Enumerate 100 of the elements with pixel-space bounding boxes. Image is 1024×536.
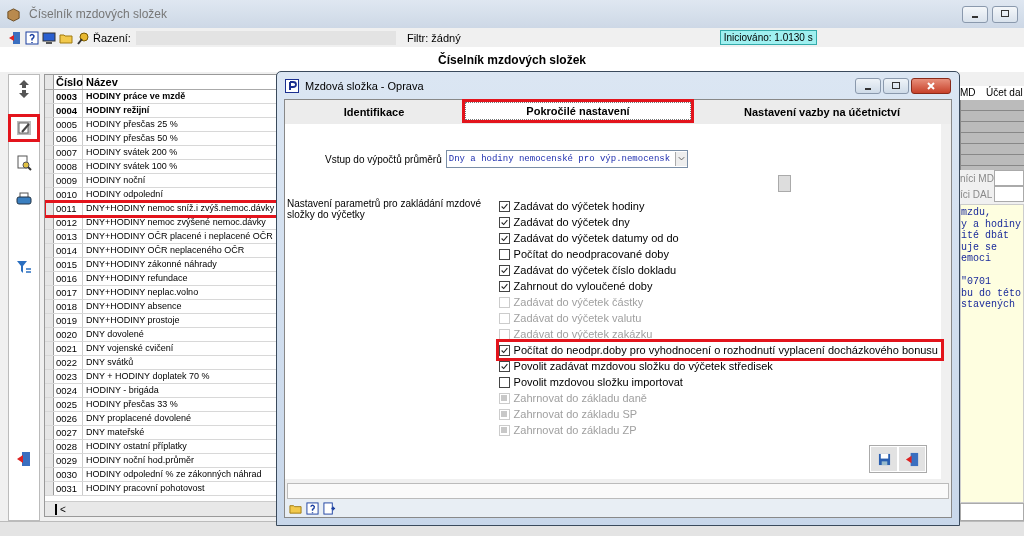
row-header[interactable] [45, 146, 54, 159]
row-header[interactable] [45, 244, 54, 257]
row-header[interactable] [45, 426, 54, 439]
document-search-icon[interactable] [16, 155, 32, 171]
note-text: mzdu, [961, 207, 991, 218]
table-cell: 0014 [54, 244, 83, 257]
table-cell: 0011 [54, 202, 83, 215]
help-icon[interactable] [25, 30, 39, 45]
row-header[interactable] [45, 300, 54, 313]
table-cell: 0023 [54, 370, 83, 383]
column-header[interactable]: Název [83, 75, 118, 89]
checkbox[interactable] [498, 248, 510, 260]
table-cell: 0022 [54, 356, 83, 369]
small-button[interactable] [778, 174, 791, 192]
row-header[interactable] [45, 454, 54, 467]
maximize-button[interactable] [992, 5, 1018, 23]
input-field[interactable] [994, 186, 1024, 202]
row-header[interactable] [45, 202, 54, 215]
checkbox[interactable] [498, 344, 510, 356]
row-header[interactable] [45, 272, 54, 285]
exit-icon[interactable] [16, 451, 32, 467]
filter-label: Filtr: žádný [406, 31, 461, 44]
table-cell-text: HODINY svátek 200 % [85, 146, 178, 159]
minimize-button[interactable] [855, 77, 881, 94]
checkbox-label: Zadávat do výčetek dny [513, 216, 630, 228]
average-dropdown[interactable]: Dny a hodiny nemocenské pro výp.nemocensk [445, 150, 688, 168]
table-cell: 0028 [54, 440, 83, 453]
row-header[interactable] [45, 104, 54, 117]
checkbox-label: Zahrnovat do základu ZP [513, 424, 637, 436]
exit-button[interactable] [899, 447, 925, 471]
row-header[interactable] [45, 482, 54, 495]
checkbox[interactable] [498, 280, 510, 292]
monitor-icon[interactable] [42, 30, 56, 45]
checkbox[interactable] [498, 264, 510, 276]
table-cell: 0021 [54, 342, 83, 355]
down-arrow-icon[interactable] [17, 89, 31, 99]
row-header[interactable] [45, 356, 54, 369]
row-header[interactable] [45, 342, 54, 355]
row-header[interactable] [45, 384, 54, 397]
checkbox[interactable] [498, 232, 510, 244]
minimize-icon [865, 87, 871, 90]
row-header[interactable] [45, 440, 54, 453]
table-cell: 0010 [54, 188, 83, 201]
dialog-title: Mzdová složka - Oprava [305, 79, 424, 92]
table-cell-text: DNY+HODINY refundace [85, 272, 188, 285]
save-button[interactable] [871, 447, 897, 471]
row-header[interactable] [45, 286, 54, 299]
row-header[interactable] [45, 412, 54, 425]
checkbox[interactable] [498, 360, 510, 372]
checkbox-label: Zadávat do výčetek číslo dokladu [513, 264, 677, 276]
table-cell-text: HODINY odpolední % ze zákonných náhrad [85, 468, 262, 481]
row-header[interactable] [45, 468, 54, 481]
row-header[interactable] [45, 398, 54, 411]
checkbox[interactable] [498, 376, 510, 388]
input-field[interactable] [994, 170, 1024, 186]
row-header[interactable] [45, 230, 54, 243]
table-cell-text: DNY+HODINY neplac.volno [85, 286, 199, 299]
up-arrow-icon[interactable] [17, 79, 31, 89]
maximize-icon [891, 80, 901, 91]
field-label: níci MD [960, 172, 994, 184]
column-header[interactable]: Číslo [54, 75, 83, 89]
row-header[interactable] [45, 118, 54, 131]
table-cell: 0017 [54, 286, 83, 299]
scroll-left-button[interactable]: < [55, 503, 66, 515]
filter-icon[interactable] [16, 259, 32, 275]
table-cell-text: DNY dovolené [85, 328, 144, 341]
row-header[interactable] [45, 160, 54, 173]
input-field[interactable] [960, 503, 1024, 521]
exit-icon[interactable] [8, 30, 22, 45]
row-header[interactable] [45, 174, 54, 187]
checkbox[interactable] [498, 200, 510, 212]
close-button[interactable] [911, 77, 951, 94]
help-icon[interactable] [306, 501, 319, 515]
note-text: y a hodiny [961, 218, 1021, 230]
table-cell: 0029 [54, 454, 83, 467]
caret-icon[interactable] [674, 152, 687, 166]
row-header[interactable] [45, 314, 54, 327]
row-header[interactable] [45, 216, 54, 229]
edit-icon[interactable] [16, 120, 32, 136]
minimize-button[interactable] [962, 5, 988, 23]
checkbox[interactable] [498, 216, 510, 228]
table-cell: 0013 [54, 230, 83, 243]
box-icon [6, 6, 21, 22]
row-header[interactable] [45, 258, 54, 271]
tab[interactable]: Pokročilé nastavení [465, 102, 691, 120]
table-cell: 0016 [54, 272, 83, 285]
table-cell-text: HODINY ostatní příplatky [85, 440, 187, 453]
maximize-button[interactable] [883, 77, 909, 94]
printer-icon[interactable] [16, 191, 32, 207]
table-cell-text: DNY+HODINY zákonné náhrady [85, 258, 217, 271]
row-header[interactable] [45, 132, 54, 145]
row-header[interactable] [45, 90, 54, 103]
checkbox-label: Zadávat do výčetek zakázku [513, 328, 653, 340]
checkbox-label: Zahrnout do vyloučené doby [513, 280, 653, 292]
table-cell: 0015 [54, 258, 83, 271]
row-header[interactable] [45, 370, 54, 383]
table-cell: 0009 [54, 174, 83, 187]
exit-icon [904, 451, 920, 467]
row-header[interactable] [45, 188, 54, 201]
row-header[interactable] [45, 328, 54, 341]
